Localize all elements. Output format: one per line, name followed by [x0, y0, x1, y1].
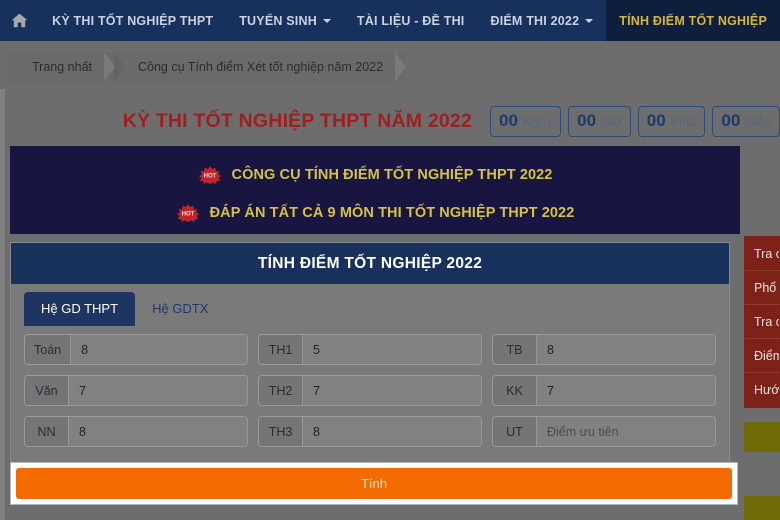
field-label: Toán	[25, 335, 72, 364]
score-calculator-card: TÍNH ĐIỂM TỐT NGHIỆP 2022 Hệ GD THPT Hệ …	[10, 242, 730, 468]
van-input[interactable]: 7	[69, 376, 247, 405]
sidebar-item-diem-chuan-dai-hoc[interactable]: Điểm chuẩn đại học	[745, 339, 779, 373]
field-label: TH3	[259, 417, 303, 446]
countdown-value: 00	[499, 110, 518, 130]
nn-input[interactable]: 8	[69, 417, 247, 446]
promo-text: CÔNG CỤ TÍNH ĐIỂM TỐT NGHIỆP THPT 2022	[231, 167, 553, 183]
sidebar-menu: Tra cứu điểm thi Phổ điểm thi Tra cứu đi…	[744, 236, 780, 408]
nav-item-label: KỲ THI TỐT NGHIỆP THPT	[52, 13, 214, 28]
nav-item-label: TÀI LIỆU - ĐỀ THI	[356, 13, 465, 28]
field-th3[interactable]: TH3 8	[258, 416, 482, 447]
card-title: TÍNH ĐIỂM TỐT NGHIỆP 2022	[11, 243, 729, 284]
countdown-unit: Phút	[670, 114, 697, 129]
hot-badge-icon: HOT	[176, 204, 199, 222]
sidebar-item-label: Hướng dẫn	[754, 383, 780, 397]
sidebar-ad-bottom[interactable]	[744, 496, 780, 520]
breadcrumb-item-home[interactable]: Trang nhất	[8, 52, 115, 82]
breadcrumb-label: Trang nhất	[32, 60, 92, 74]
sidebar-item-tra-cuu-diem-thi[interactable]: Tra cứu điểm thi	[745, 237, 779, 271]
promo-link-answers[interactable]: HOT ĐÁP ÁN TẤT CẢ 9 MÔN THI TỐT NGHIỆP T…	[10, 197, 740, 229]
nav-item-tinh-diem-tot-nghiep[interactable]: TÍNH ĐIỂM TỐT NGHIỆP	[606, 0, 780, 41]
nav-item-ky-thi-tot-nghiep-thpt[interactable]: KỲ THI TỐT NGHIỆP THPT	[39, 0, 226, 41]
svg-text:HOT: HOT	[181, 212, 194, 218]
nav-item-diem-thi-2022[interactable]: ĐIỂM THI 2022	[478, 0, 607, 41]
tab-bar: Hệ GD THPT Hệ GDTX	[11, 284, 729, 326]
right-sidebar: Tra cứu điểm thi Phổ điểm thi Tra cứu đi…	[744, 236, 780, 520]
chevron-down-icon	[585, 18, 594, 23]
field-label: UT	[493, 417, 537, 446]
sidebar-item-pho-diem-thi[interactable]: Phổ điểm thi	[745, 271, 779, 305]
sidebar-item-huong-dan[interactable]: Hướng dẫn	[745, 373, 779, 407]
tb-input[interactable]: 8	[537, 335, 715, 364]
countdown-unit: Ngày	[522, 114, 553, 129]
nav-item-label: TUYỂN SINH	[239, 13, 317, 28]
sidebar-item-label: Tra cứu điểm chuẩn	[754, 314, 779, 329]
nav-item-tai-lieu-de-thi[interactable]: TÀI LIỆU - ĐỀ THI	[344, 0, 478, 41]
page-title: KỲ THI TỐT NGHIỆP THPT NĂM 2022	[122, 109, 472, 132]
nav-item-label: TÍNH ĐIỂM TỐT NGHIỆP	[619, 13, 767, 28]
exam-title-row: KỲ THI TỐT NGHIỆP THPT NĂM 2022 00 Ngày …	[0, 100, 780, 142]
score-form: Toán 8 TH1 5 TB 8 Văn 7 TH2 7 KK 7 NN 8 …	[11, 326, 729, 467]
field-nn[interactable]: NN 8	[24, 416, 248, 447]
sidebar-item-label: Phổ điểm thi	[754, 280, 779, 295]
submit-container: Tính	[10, 462, 738, 505]
calculate-button[interactable]: Tính	[16, 468, 732, 499]
countdown-timer: 00 Ngày 00 Giờ 00 Phút 00 Giây	[490, 105, 780, 137]
countdown-value: 00	[577, 110, 597, 130]
breadcrumb-item-current[interactable]: Công cụ Tính điểm Xét tốt nghiệp năm 202…	[114, 52, 407, 82]
sidebar-ad-top[interactable]	[744, 422, 780, 452]
svg-text:HOT: HOT	[203, 174, 216, 180]
promo-text: ĐÁP ÁN TẤT CẢ 9 MÔN THI TỐT NGHIỆP THPT …	[209, 205, 575, 221]
sidebar-item-label: Tra cứu điểm thi	[754, 246, 779, 261]
breadcrumb: Trang nhất Công cụ Tính điểm Xét tốt ngh…	[8, 52, 407, 82]
countdown-minutes: 00 Phút	[637, 105, 706, 137]
field-tb[interactable]: TB 8	[492, 334, 716, 365]
field-label: KK	[493, 376, 537, 405]
field-th1[interactable]: TH1 5	[258, 334, 482, 365]
field-label: NN	[25, 417, 69, 446]
tab-he-gdtx[interactable]: Hệ GDTX	[135, 292, 225, 326]
breadcrumb-label: Công cụ Tính điểm Xét tốt nghiệp năm 202…	[138, 60, 384, 74]
top-navigation-bar: KỲ THI TỐT NGHIỆP THPT TUYỂN SINH TÀI LI…	[0, 0, 780, 41]
tab-label: Hệ GD THPT	[41, 301, 119, 316]
countdown-value: 00	[721, 110, 741, 130]
field-toan[interactable]: Toán 8	[24, 334, 248, 365]
countdown-value: 00	[646, 110, 666, 130]
countdown-seconds: 00 Giây	[712, 105, 780, 137]
form-row: NN 8 TH3 8 UT Điểm ưu tiên	[24, 416, 716, 447]
field-th2[interactable]: TH2 7	[258, 375, 482, 406]
form-row: Văn 7 TH2 7 KK 7	[24, 375, 716, 406]
field-kk[interactable]: KK 7	[492, 375, 716, 406]
tab-he-gd-thpt[interactable]: Hệ GD THPT	[24, 292, 136, 326]
home-button[interactable]	[0, 0, 40, 41]
nav-item-label: ĐIỂM THI 2022	[490, 13, 580, 28]
countdown-unit: Giờ	[601, 114, 622, 129]
tab-label: Hệ GDTX	[152, 301, 209, 316]
th2-input[interactable]: 7	[303, 376, 481, 405]
toan-input[interactable]: 8	[71, 335, 247, 364]
form-row: Toán 8 TH1 5 TB 8	[24, 334, 716, 365]
th3-input[interactable]: 8	[303, 417, 481, 446]
countdown-unit: Giây	[745, 114, 771, 129]
promo-banner: HOT CÔNG CỤ TÍNH ĐIỂM TỐT NGHIỆP THPT 20…	[10, 146, 740, 234]
promo-link-calculator[interactable]: HOT CÔNG CỤ TÍNH ĐIỂM TỐT NGHIỆP THPT 20…	[10, 159, 740, 191]
countdown-hours: 00 Giờ	[568, 105, 631, 137]
home-icon	[11, 13, 28, 28]
field-ut[interactable]: UT Điểm ưu tiên	[492, 416, 716, 447]
hot-badge-icon: HOT	[198, 166, 221, 184]
field-label: TH2	[259, 376, 303, 405]
page-root: KỲ THI TỐT NGHIỆP THPT TUYỂN SINH TÀI LI…	[0, 0, 780, 520]
ut-input[interactable]: Điểm ưu tiên	[537, 417, 715, 446]
nav-item-tuyen-sinh[interactable]: TUYỂN SINH	[226, 0, 344, 41]
kk-input[interactable]: 7	[537, 376, 715, 405]
sidebar-item-tra-cuu-diem-chuan[interactable]: Tra cứu điểm chuẩn	[745, 305, 779, 339]
sidebar-item-label: Điểm chuẩn đại học	[754, 348, 779, 363]
countdown-days: 00 Ngày	[490, 105, 562, 137]
field-label: TB	[493, 335, 537, 364]
chevron-down-icon	[322, 18, 331, 23]
th1-input[interactable]: 5	[303, 335, 481, 364]
field-van[interactable]: Văn 7	[24, 375, 248, 406]
field-label: Văn	[25, 376, 69, 405]
field-label: TH1	[259, 335, 303, 364]
